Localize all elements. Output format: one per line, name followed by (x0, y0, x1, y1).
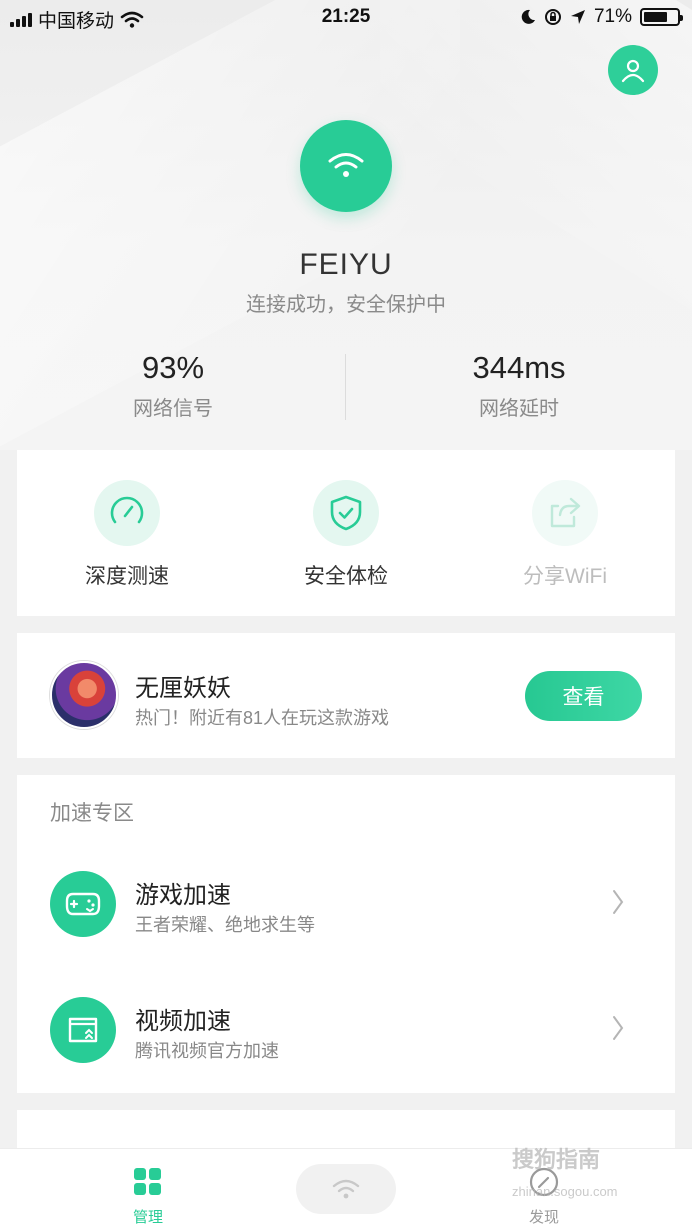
user-profile-button[interactable] (608, 45, 658, 95)
wifi-icon (328, 153, 364, 177)
latency-value: 344ms (472, 350, 566, 385)
status-bar: 中国移动 21:25 71% (0, 0, 692, 36)
game-name: 无厘妖妖 (135, 675, 231, 702)
tab-label: 发现 (528, 1209, 559, 1226)
tool-label: 深度测速 (85, 565, 169, 588)
tab-wifi[interactable] (296, 1164, 396, 1214)
user-icon (621, 59, 645, 83)
item-title: 视频加速 (135, 1008, 231, 1035)
signal-label: 网络信号 (133, 398, 213, 420)
tab-label: 管理 (132, 1209, 163, 1226)
location-arrow-icon (570, 10, 585, 24)
chevron-right-icon (613, 1016, 624, 1040)
latency-label: 网络延时 (479, 398, 559, 420)
rotation-lock-icon (544, 9, 561, 25)
grid-icon (134, 1168, 161, 1195)
wifi-status-button[interactable] (300, 120, 392, 212)
item-title: 游戏加速 (135, 882, 231, 909)
section-heading: 加速专区 (50, 802, 134, 825)
tool-label: 分享WiFi (523, 565, 607, 588)
game-avatar (50, 661, 118, 729)
battery-icon (640, 8, 683, 26)
tools-card: 深度测速 安全体检 分享WiFi (17, 450, 675, 616)
game-acceleration-item[interactable]: 游戏加速 王者荣耀、绝地求生等 (17, 859, 675, 949)
video-acceleration-item[interactable]: 视频加速 腾讯视频官方加速 (17, 985, 675, 1075)
moon-icon (521, 9, 535, 24)
watermark-text: 搜狗指南 (512, 1147, 601, 1172)
tab-manage[interactable]: 管理 (98, 1167, 198, 1227)
tool-share-wifi[interactable]: 分享WiFi (455, 480, 675, 590)
tool-security-check[interactable]: 安全体检 (236, 480, 456, 590)
chevron-right-icon (613, 890, 624, 914)
watermark-url: zhinan.sogou.com (512, 1184, 618, 1199)
tool-label: 安全体检 (304, 565, 388, 588)
item-subtitle: 王者荣耀、绝地求生等 (135, 915, 315, 935)
video-box-icon (68, 1017, 98, 1043)
battery-percent: 71% (593, 6, 632, 27)
latency-stat: 344ms 网络延时 (346, 350, 692, 421)
signal-value: 93% (141, 350, 205, 385)
share-icon (550, 497, 581, 528)
network-ssid: FEIYU (299, 248, 393, 281)
tool-speed-test[interactable]: 深度测速 (17, 480, 237, 590)
game-description: 热门！附近有81人在玩这款游戏 (135, 708, 390, 728)
speedometer-icon (110, 496, 144, 524)
view-game-button[interactable]: 查看 (525, 671, 642, 721)
connection-status: 连接成功，安全保护中 (246, 294, 446, 316)
wifi-icon (332, 1179, 360, 1199)
signal-stat: 93% 网络信号 (0, 350, 346, 421)
game-promo-card: 无厘妖妖 热门！附近有81人在玩这款游戏 查看 (17, 633, 675, 758)
shield-check-icon (330, 495, 362, 531)
gamepad-icon (65, 892, 101, 916)
acceleration-card: 加速专区 游戏加速 王者荣耀、绝地求生等 视频加速 腾讯视频官方加速 (17, 775, 675, 1093)
item-subtitle: 腾讯视频官方加速 (135, 1041, 279, 1061)
